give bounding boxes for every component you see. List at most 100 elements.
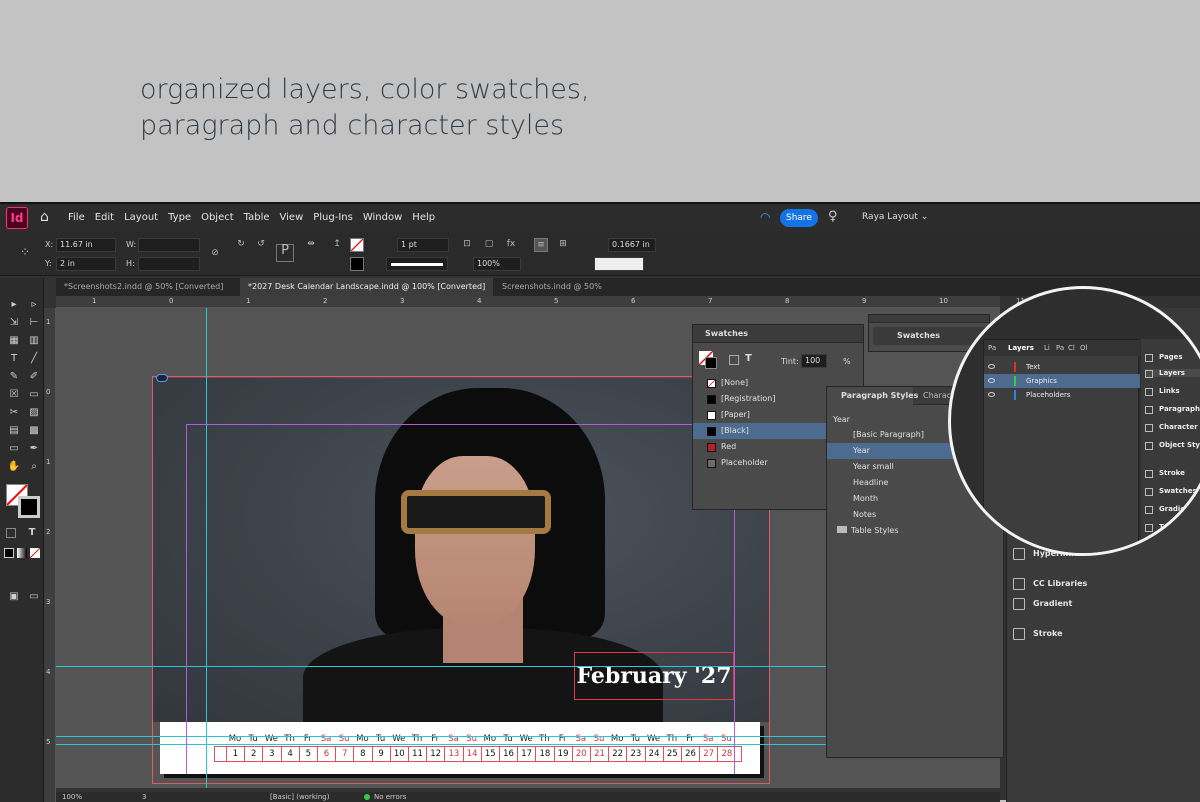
tint-field[interactable]: 100	[801, 354, 827, 368]
apply-color-icon[interactable]	[4, 548, 14, 558]
constrain-link-icon[interactable]: ⊘	[208, 247, 222, 261]
apply-gradient-icon[interactable]	[17, 548, 27, 558]
direct-selection-tool-icon[interactable]: ▹	[26, 298, 42, 312]
zoom-dock-item[interactable]: Gradient	[1145, 505, 1193, 514]
menu-plug-ins[interactable]: Plug-Ins	[313, 212, 353, 223]
zoom-dock-item[interactable]: Layers	[1145, 369, 1200, 378]
zoom-tool-icon[interactable]: ⌕	[26, 460, 42, 474]
zoom-tab[interactable]: Cl	[1068, 344, 1075, 352]
content-placer-icon[interactable]: ▥	[26, 334, 42, 348]
page-tool-icon[interactable]: ⇲	[6, 316, 22, 330]
menu-table[interactable]: Table	[244, 212, 270, 223]
formatting-container-icon[interactable]	[6, 528, 16, 538]
selection-tool-icon[interactable]: ▸	[6, 298, 22, 312]
stroke-swatch-icon[interactable]	[705, 357, 717, 369]
zoom-dock-item[interactable]: Object Styles	[1145, 441, 1200, 450]
stroke-weight-field[interactable]: 1 pt	[397, 238, 449, 252]
fit-icon[interactable]: ⊡	[460, 238, 474, 252]
distribute-icon[interactable]: ⊞	[556, 238, 570, 252]
reference-point-icon[interactable]: ⁘	[18, 246, 32, 260]
zoom-tab[interactable]: Pa	[1056, 344, 1064, 352]
offset-field[interactable]: 0.1667 in	[608, 238, 656, 252]
workspace-switcher[interactable]: Raya Layout ⌄	[862, 212, 928, 222]
month-title[interactable]: February '27	[574, 652, 734, 700]
eye-icon[interactable]	[988, 392, 995, 397]
tab-paragraph-styles[interactable]: Paragraph Styles	[827, 387, 918, 405]
stroke-color-icon[interactable]	[350, 257, 364, 271]
pen-tool-icon[interactable]: ✎	[6, 370, 22, 384]
menu-edit[interactable]: Edit	[95, 212, 114, 223]
zoom-dock-item[interactable]: Links	[1145, 387, 1180, 396]
zoom-dock-item[interactable]: Stroke	[1145, 469, 1185, 478]
lightbulb-icon[interactable]: ♀	[828, 209, 838, 224]
style-swatch-field[interactable]	[594, 257, 644, 271]
layer-row[interactable]: Graphics	[984, 374, 1140, 388]
rotate-icon[interactable]: ↻	[234, 238, 248, 252]
gradient-swatch-tool-icon[interactable]: ▤	[6, 424, 22, 438]
frame-link-icon[interactable]	[156, 374, 168, 382]
swatches-collapsed-label[interactable]: Swatches	[873, 327, 985, 345]
zoom-dock-item[interactable]: Pages	[1145, 353, 1183, 362]
sync-icon[interactable]: ◠	[760, 210, 770, 224]
menu-type[interactable]: Type	[168, 212, 191, 223]
home-icon[interactable]: ⌂	[40, 209, 49, 225]
dock-item-gradient[interactable]: Gradient	[1013, 596, 1072, 612]
dock-item-stroke[interactable]: Stroke	[1013, 626, 1063, 642]
zoom-tab[interactable]: Ol	[1080, 344, 1087, 352]
zoom-dock-item[interactable]: Paragraph ...	[1145, 405, 1200, 414]
free-transform-tool-icon[interactable]: ▨	[26, 406, 42, 420]
apply-none-icon[interactable]	[30, 548, 40, 558]
menu-help[interactable]: Help	[412, 212, 435, 223]
menu-file[interactable]: File	[68, 212, 85, 223]
x-field[interactable]: 11.67 in	[56, 238, 116, 252]
zoom-tab[interactable]: Li	[1044, 344, 1050, 352]
pencil-tool-icon[interactable]: ✐	[26, 370, 42, 384]
swatches-title[interactable]: Swatches	[705, 329, 748, 338]
rectangle-frame-tool-icon[interactable]: ☒	[6, 388, 22, 402]
formatting-text-icon[interactable]: T	[24, 526, 40, 540]
share-button[interactable]: Share	[780, 209, 818, 227]
p-icon[interactable]: P	[276, 244, 294, 262]
flip-horizontal-icon[interactable]: ⇹	[304, 238, 318, 252]
fx-icon[interactable]: fx	[504, 238, 518, 252]
layer-row[interactable]: Placeholders	[984, 388, 1140, 402]
tab-screenshots2[interactable]: *Screenshots2.indd @ 50% [Converted]	[56, 278, 231, 296]
content-collector-icon[interactable]: ▦	[6, 334, 22, 348]
eyedropper-tool-icon[interactable]: ✒	[26, 442, 42, 456]
w-field[interactable]	[138, 238, 200, 252]
menu-view[interactable]: View	[280, 212, 304, 223]
zoom-tab[interactable]: Layers	[1008, 344, 1034, 352]
stroke-type-dropdown[interactable]	[386, 257, 448, 271]
fill-none-icon[interactable]	[350, 238, 364, 252]
zoom-tab[interactable]: Pa	[988, 344, 996, 352]
eye-icon[interactable]	[988, 364, 995, 369]
style-group-folder[interactable]: Table Styles	[827, 523, 1003, 539]
rectangle-tool-icon[interactable]: ▭	[26, 388, 42, 402]
screen-mode-icon[interactable]: ▣	[6, 590, 22, 604]
hand-tool-icon[interactable]: ✋	[6, 460, 22, 474]
tab-desk-calendar[interactable]: *2027 Desk Calendar Landscape.indd @ 100…	[240, 278, 494, 296]
note-tool-icon[interactable]: ▭	[6, 442, 22, 456]
h-field[interactable]	[138, 257, 200, 271]
opacity-field[interactable]: 100%	[473, 257, 521, 271]
paragraph-style-item[interactable]: Notes	[827, 507, 1003, 523]
gap-tool-icon[interactable]: ⊢	[26, 316, 42, 330]
align-icon[interactable]: ≡	[534, 238, 548, 252]
calendar-grid[interactable]: Mo 1 Tu 2 We 3 Th 4 Fr 5 Sa 6 Su 7 Mo 8 Tu 9 We 10 Th 11 Fr 12 S…	[214, 734, 742, 764]
layer-row[interactable]: Text	[984, 360, 1140, 374]
zoom-dock-item[interactable]: Character S...	[1145, 423, 1200, 432]
gradient-feather-tool-icon[interactable]: ▩	[26, 424, 42, 438]
zoom-dock-item[interactable]: Swatches	[1145, 487, 1197, 496]
container-icon[interactable]	[729, 355, 739, 365]
menu-window[interactable]: Window	[363, 212, 402, 223]
type-tool-icon[interactable]: T	[6, 352, 22, 366]
line-tool-icon[interactable]: ╱	[26, 352, 42, 366]
frame-icon[interactable]: ▢	[482, 238, 496, 252]
eye-icon[interactable]	[988, 378, 995, 383]
text-format-icon[interactable]: T	[745, 353, 752, 364]
preview-mode-icon[interactable]: ▭	[26, 590, 42, 604]
tab-screenshots[interactable]: Screenshots.indd @ 50%	[494, 278, 610, 296]
dock-item-cc-libraries[interactable]: CC Libraries	[1013, 576, 1087, 592]
y-field[interactable]: 2 in	[56, 257, 116, 271]
select-container-icon[interactable]: ↥	[330, 238, 344, 252]
